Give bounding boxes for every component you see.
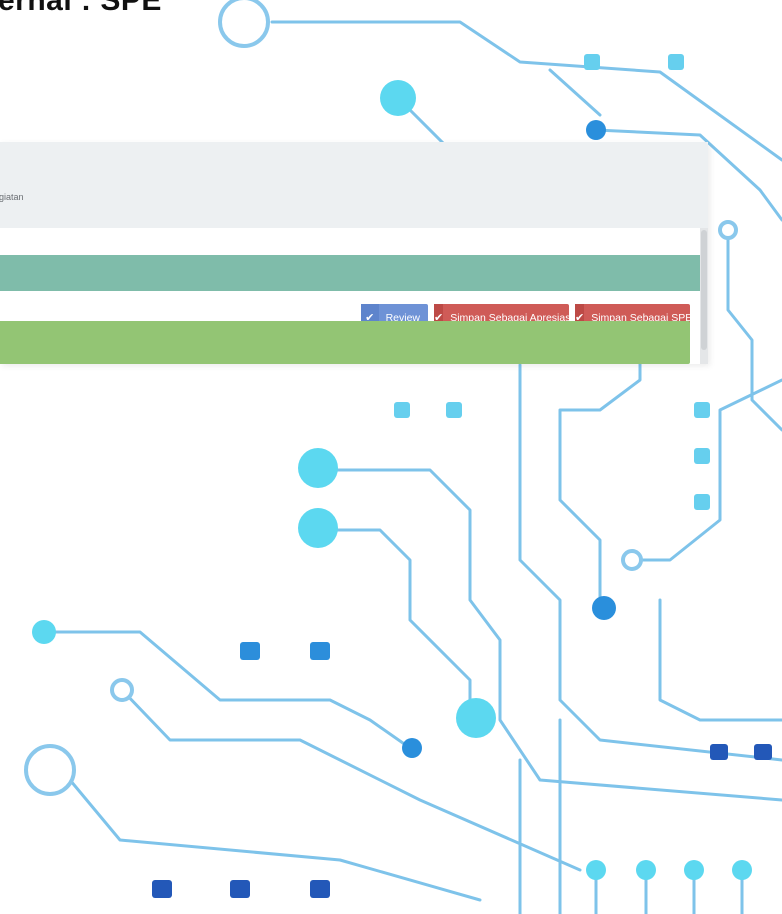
scrollbar-thumb[interactable]	[701, 230, 707, 350]
section-header-bar	[0, 255, 700, 291]
app-screenshot-panel: egiatan ✔ Review ✔ Simpan Sebagai Apresi…	[0, 142, 708, 364]
info-bar	[0, 321, 690, 364]
page-header: egiatan	[0, 142, 708, 228]
vertical-scrollbar[interactable]	[700, 228, 708, 364]
slide-title: ernal : SPE	[0, 0, 162, 17]
circuit-board-background	[24, 0, 782, 914]
breadcrumb: egiatan	[0, 192, 24, 202]
